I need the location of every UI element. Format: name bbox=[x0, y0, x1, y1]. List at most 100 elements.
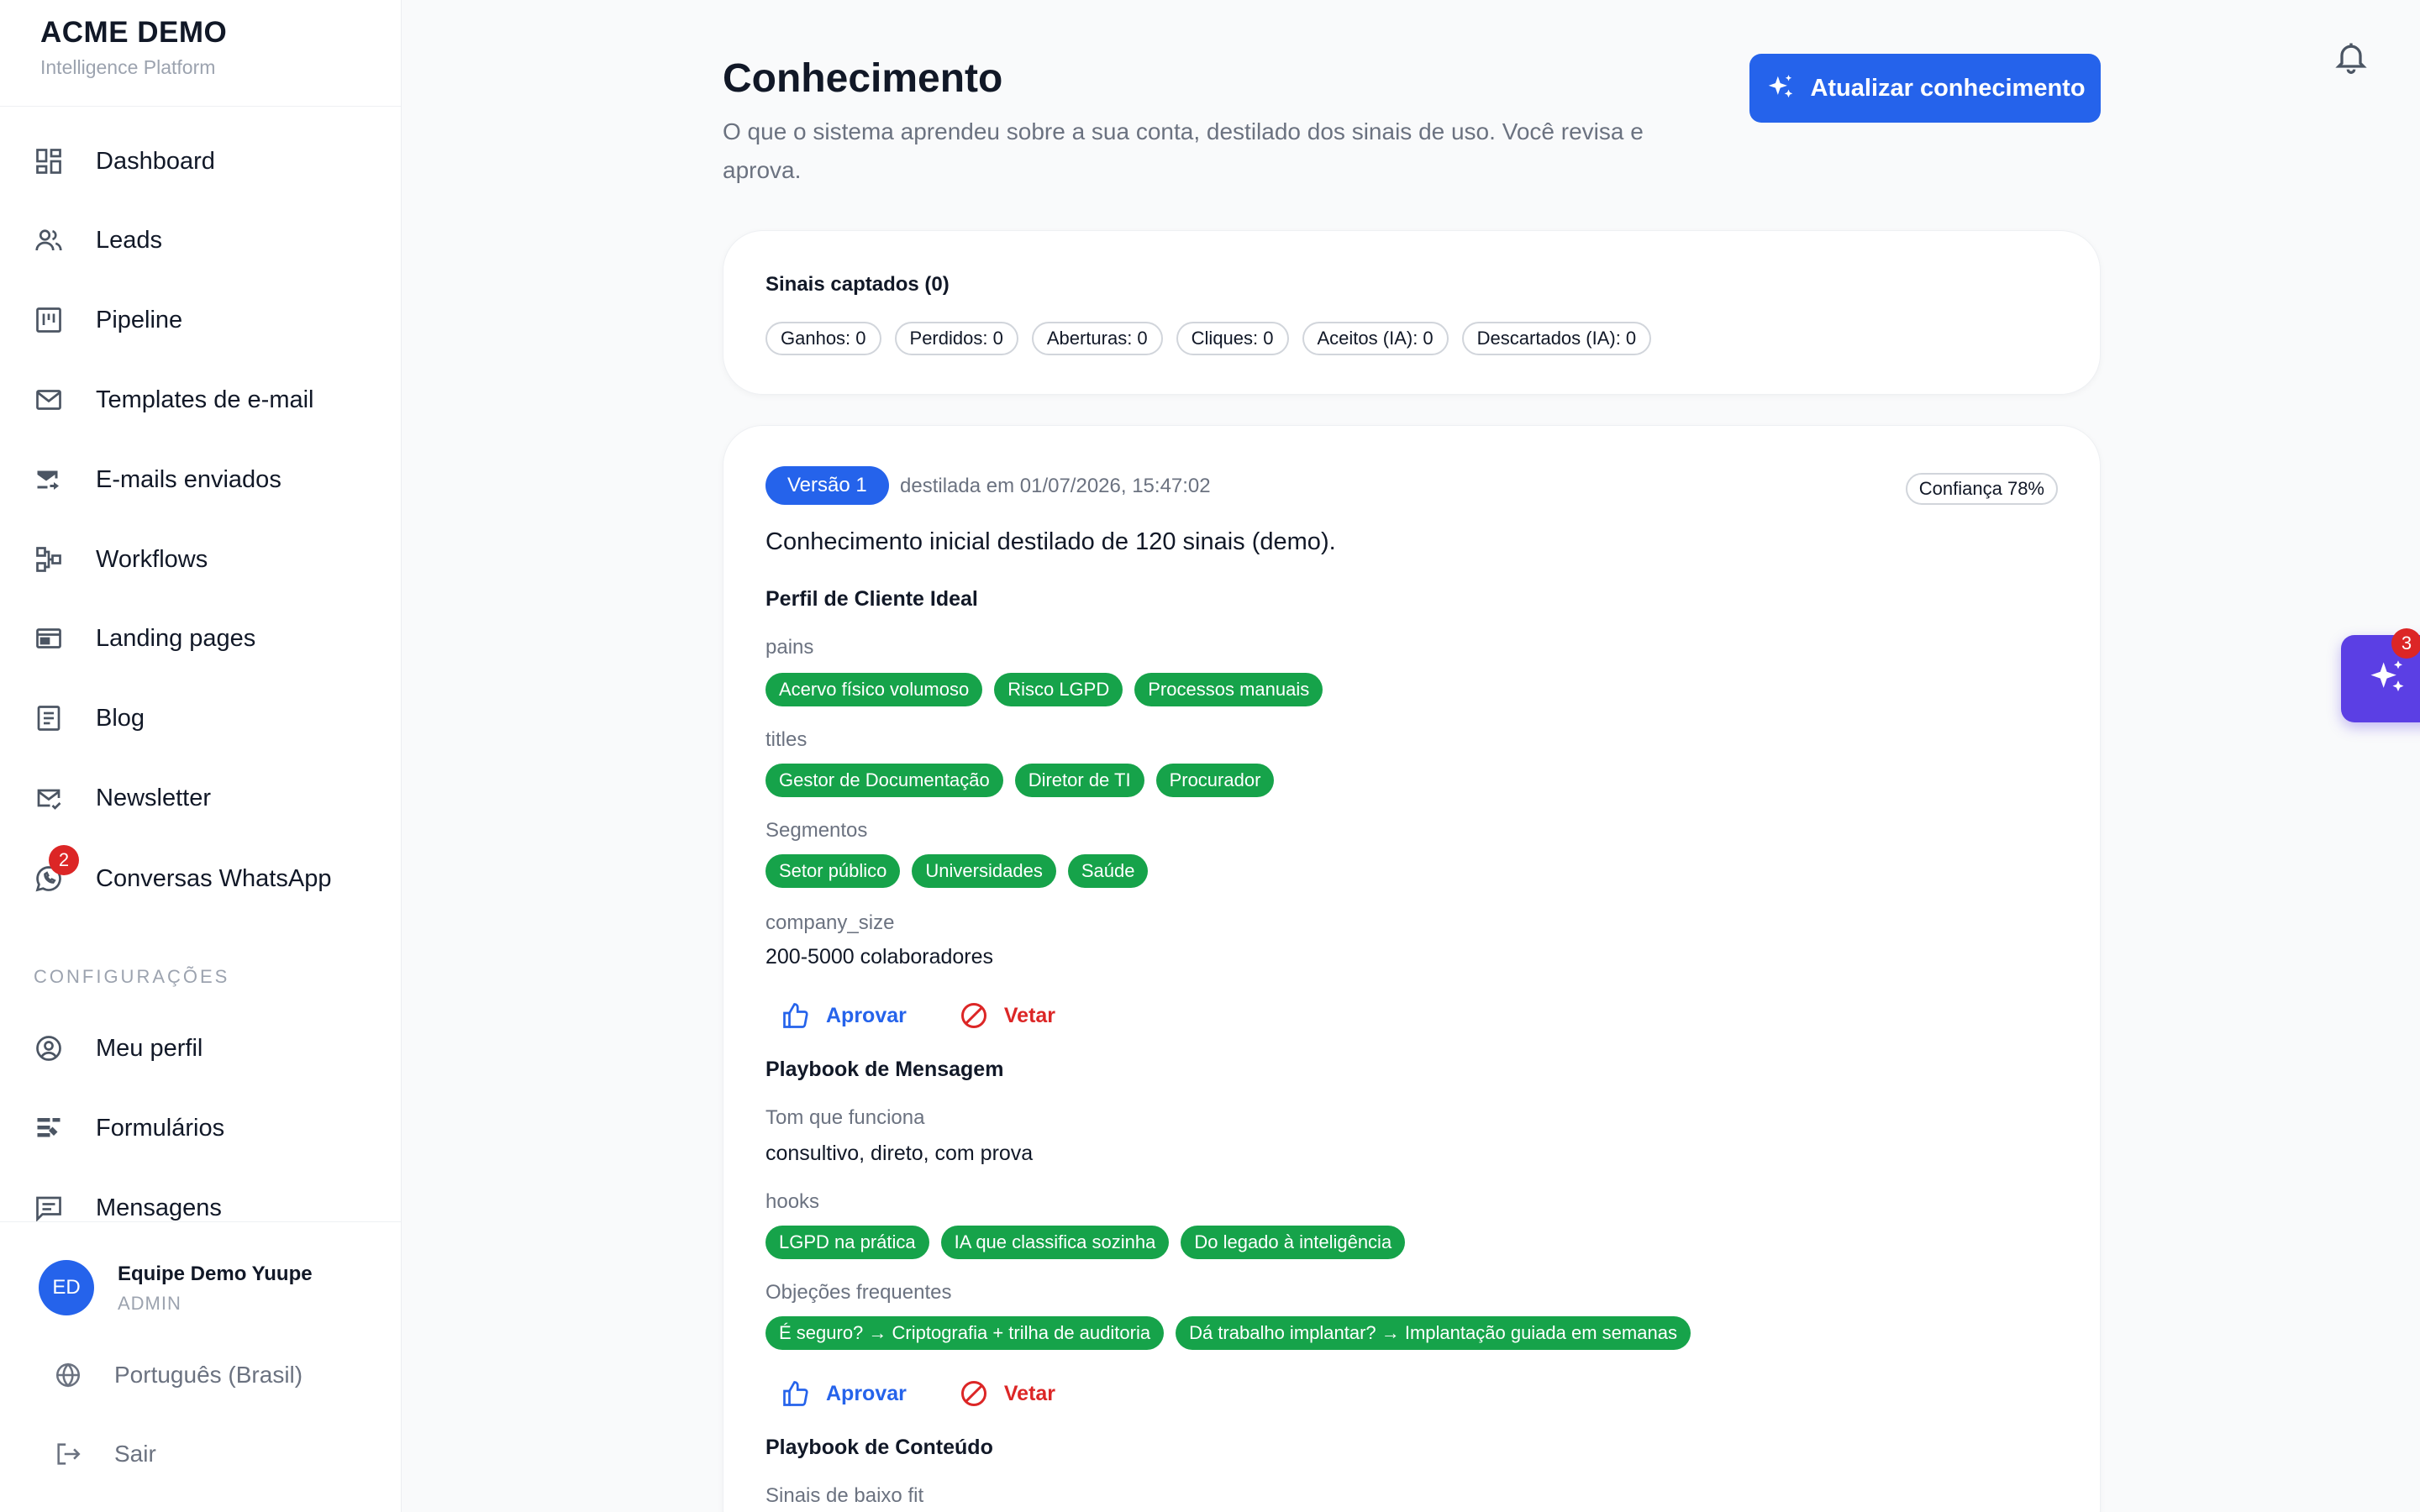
app-root: ACME DEMO Intelligence Platform Dashboar… bbox=[0, 0, 2420, 1512]
thumbs-up-icon bbox=[783, 1381, 808, 1406]
sidebar-item-profile[interactable]: Meu perfil bbox=[34, 1023, 370, 1074]
sidebar-footer-divider bbox=[0, 1221, 401, 1222]
sidebar-item-label: Blog bbox=[96, 704, 145, 732]
signal-pill-opens: Aberturas: 0 bbox=[1031, 322, 1163, 355]
sidebar-item-label: E-mails enviados bbox=[96, 465, 281, 493]
update-knowledge-button[interactable]: Atualizar conhecimento bbox=[1749, 54, 2101, 123]
tag-objection: Dá trabalho implantar? → Implantação gui… bbox=[1176, 1316, 1691, 1350]
sidebar-item-forms[interactable]: Formulários bbox=[34, 1103, 370, 1153]
approve-button[interactable]: Aprovar bbox=[781, 1378, 907, 1409]
section-title-content: Playbook de Conteúdo bbox=[765, 1436, 993, 1459]
signals-title: Sinais captados (0) bbox=[765, 273, 950, 296]
update-knowledge-label: Atualizar conhecimento bbox=[1810, 74, 2086, 102]
tag-pain: Processos manuais bbox=[1134, 673, 1323, 706]
section-label-config: CONFIGURAÇÕES bbox=[34, 966, 230, 987]
page-title: Conhecimento bbox=[723, 56, 1003, 101]
user-block[interactable]: ED Equipe Demo Yuupe ADMIN bbox=[39, 1260, 313, 1315]
version-date: destilada em 01/07/2026, 15:47:02 bbox=[900, 475, 1211, 497]
user-name: Equipe Demo Yuupe bbox=[118, 1263, 313, 1285]
veto-button[interactable]: Vetar bbox=[959, 1378, 1055, 1409]
sidebar-item-label: Meu perfil bbox=[96, 1034, 203, 1062]
workflow-icon bbox=[34, 544, 64, 575]
sidebar-item-label: Leads bbox=[96, 226, 163, 254]
user-role: ADMIN bbox=[118, 1293, 182, 1314]
messaging-actions: Aprovar Vetar bbox=[781, 1378, 1055, 1409]
brand-name: ACME DEMO bbox=[40, 16, 228, 49]
kanban-icon bbox=[34, 305, 64, 335]
sparkles-icon bbox=[1769, 75, 1793, 98]
approve-label: Aprovar bbox=[826, 1381, 907, 1405]
tag-row-hooks: LGPD na prática IA que classifica sozinh… bbox=[765, 1226, 1406, 1259]
tag-segment: Saúde bbox=[1067, 854, 1149, 888]
approve-button[interactable]: Aprovar bbox=[781, 1000, 907, 1031]
sidebar-item-templates[interactable]: Templates de e-mail bbox=[34, 375, 370, 425]
block-icon bbox=[960, 1381, 986, 1406]
sidebar-divider bbox=[0, 106, 401, 107]
field-label-objections: Objeções frequentes bbox=[765, 1281, 952, 1304]
sidebar-item-newsletter[interactable]: Newsletter bbox=[34, 773, 370, 823]
avatar: ED bbox=[39, 1260, 94, 1315]
sidebar-item-pipeline[interactable]: Pipeline bbox=[34, 295, 370, 345]
signal-pill-accepted: Aceitos (IA): 0 bbox=[1302, 322, 1449, 355]
notification-badge: 2 bbox=[49, 845, 79, 875]
tag-pain: Risco LGPD bbox=[994, 673, 1123, 706]
thumbs-up-icon bbox=[783, 1003, 808, 1028]
notifications-bell[interactable] bbox=[2333, 37, 2370, 77]
message-icon bbox=[34, 1193, 64, 1223]
sidebar-item-whatsapp[interactable]: 2 Conversas WhatsApp bbox=[34, 845, 370, 904]
user-circle-icon bbox=[34, 1033, 64, 1063]
sidebar-item-label: Workflows bbox=[96, 545, 208, 573]
knowledge-version-card: Versão 1 destilada em 01/07/2026, 15:47:… bbox=[723, 425, 2101, 1512]
veto-label: Vetar bbox=[1003, 1003, 1056, 1027]
sidebar-item-sent-emails[interactable]: E-mails enviados bbox=[34, 454, 370, 505]
globe-icon bbox=[55, 1362, 81, 1388]
language-label: Português (Brasil) bbox=[114, 1362, 303, 1388]
signal-pill-wins: Ganhos: 0 bbox=[765, 322, 881, 355]
section-title-messaging: Playbook de Mensagem bbox=[765, 1058, 1004, 1081]
sidebar-item-dashboard[interactable]: Dashboard bbox=[34, 136, 370, 186]
tag-pain: Acervo físico volumoso bbox=[765, 673, 983, 706]
veto-label: Vetar bbox=[1003, 1381, 1056, 1405]
field-value-company-size: 200-5000 colaboradores bbox=[765, 945, 994, 969]
field-label-segments: Segmentos bbox=[765, 819, 868, 842]
icp-actions: Aprovar Vetar bbox=[781, 1000, 1055, 1031]
whatsapp-icon: 2 bbox=[34, 845, 79, 894]
web-icon bbox=[34, 623, 64, 654]
field-label-company-size: company_size bbox=[765, 911, 895, 934]
tag-title: Diretor de TI bbox=[1014, 764, 1144, 797]
sidebar-item-leads[interactable]: Leads bbox=[34, 215, 370, 265]
language-selector[interactable]: Português (Brasil) bbox=[54, 1354, 302, 1396]
sidebar-item-label: Formulários bbox=[96, 1114, 225, 1142]
tag-objection: É seguro? → Criptografia + trilha de aud… bbox=[765, 1316, 1165, 1350]
sidebar-item-blog[interactable]: Blog bbox=[34, 693, 370, 743]
veto-button[interactable]: Vetar bbox=[959, 1000, 1055, 1031]
signals-card: Sinais captados (0) Ganhos: 0 Perdidos: … bbox=[723, 230, 2101, 395]
form-icon bbox=[34, 1113, 64, 1143]
sidebar-item-messages[interactable]: Mensagens bbox=[34, 1183, 370, 1233]
sparkles-icon bbox=[2370, 660, 2404, 692]
tag-segment: Setor público bbox=[765, 854, 901, 888]
users-icon bbox=[34, 225, 64, 255]
sidebar-item-label: Conversas WhatsApp bbox=[96, 864, 332, 892]
brand: ACME DEMO Intelligence Platform bbox=[40, 15, 227, 79]
tag-hook: Do legado à inteligência bbox=[1181, 1226, 1406, 1259]
block-icon bbox=[960, 1003, 986, 1028]
signal-pill-discarded: Descartados (IA): 0 bbox=[1461, 322, 1652, 355]
sidebar-item-label: Mensagens bbox=[96, 1194, 222, 1221]
main-content: Conhecimento O que o sistema aprendeu so… bbox=[402, 0, 2420, 1512]
knowledge-summary: Conhecimento inicial destilado de 120 si… bbox=[765, 528, 1336, 555]
tag-title: Procurador bbox=[1155, 764, 1275, 797]
approve-label: Aprovar bbox=[826, 1003, 907, 1027]
tag-row-segments: Setor público Universidades Saúde bbox=[765, 854, 1149, 888]
signal-pill-clicks: Cliques: 0 bbox=[1176, 322, 1289, 355]
sidebar-item-workflows[interactable]: Workflows bbox=[34, 534, 370, 585]
logout-icon bbox=[57, 1443, 81, 1465]
tag-hook: LGPD na prática bbox=[765, 1226, 929, 1259]
sidebar-item-landing-pages[interactable]: Landing pages bbox=[34, 613, 370, 664]
sidebar: ACME DEMO Intelligence Platform Dashboar… bbox=[0, 0, 402, 1512]
signals-pill-row: Ganhos: 0 Perdidos: 0 Aberturas: 0 Cliqu… bbox=[765, 322, 1652, 355]
sidebar-item-label: Newsletter bbox=[96, 784, 211, 811]
field-label-pains: pains bbox=[765, 636, 814, 659]
logout-button[interactable]: Sair bbox=[54, 1433, 156, 1475]
mail-check-icon bbox=[34, 783, 64, 813]
